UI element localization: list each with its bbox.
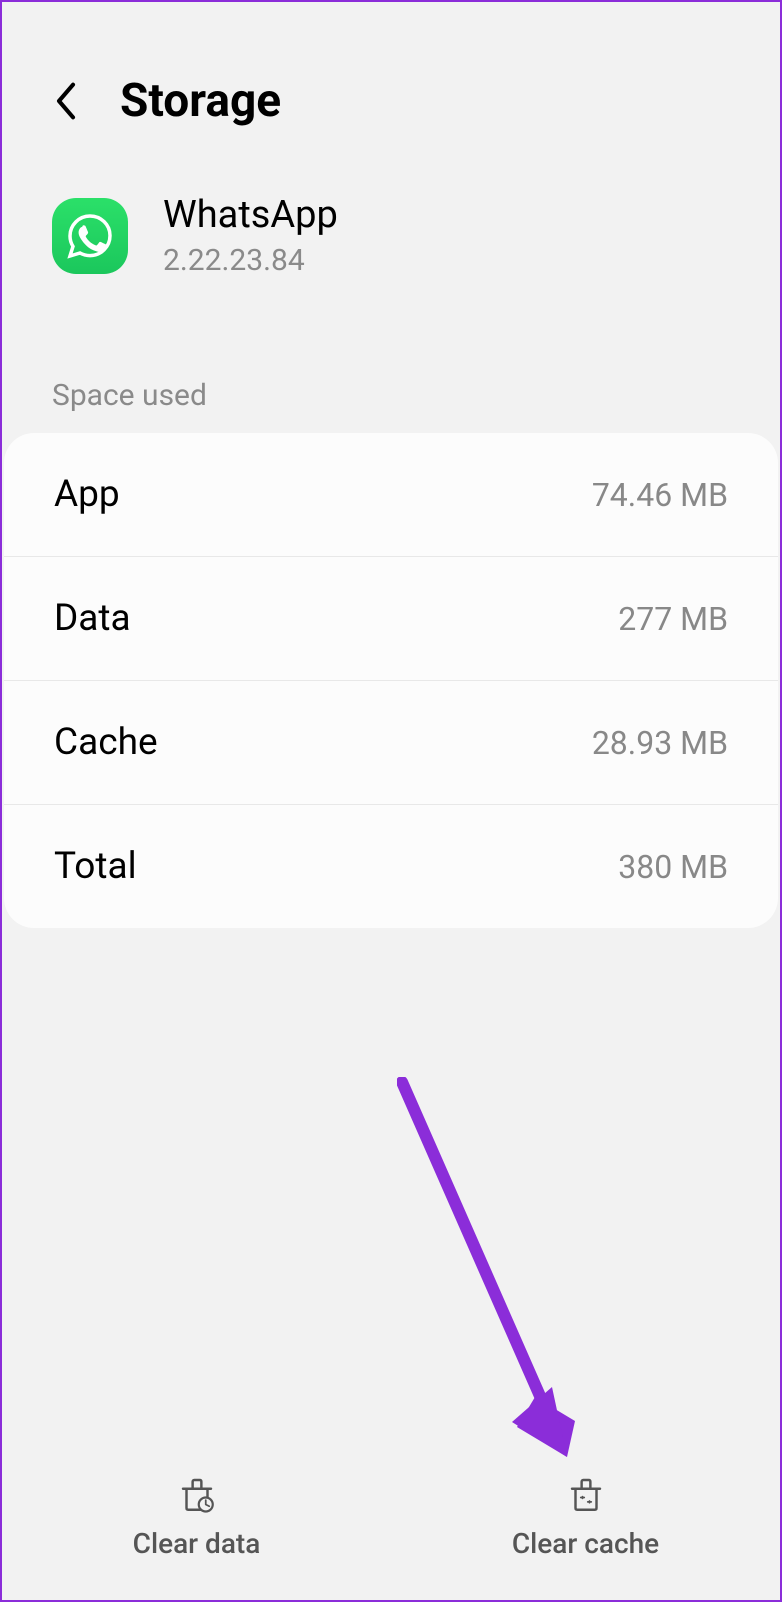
action-label: Clear data: [133, 1527, 261, 1560]
header: Storage: [2, 2, 780, 158]
section-label: Space used: [2, 328, 780, 433]
storage-row-data: Data 277 MB: [4, 557, 778, 681]
storage-row-cache: Cache 28.93 MB: [4, 681, 778, 805]
whatsapp-icon: [52, 198, 128, 274]
row-value: 277 MB: [618, 600, 728, 638]
action-label: Clear cache: [512, 1527, 659, 1560]
page-title: Storage: [120, 74, 281, 128]
row-value: 28.93 MB: [592, 724, 728, 762]
row-value: 74.46 MB: [592, 476, 728, 514]
row-value: 380 MB: [618, 848, 728, 886]
clear-data-icon: [176, 1473, 218, 1515]
clear-cache-button[interactable]: Clear cache: [391, 1473, 780, 1560]
storage-row-app: App 74.46 MB: [4, 433, 778, 557]
app-info: WhatsApp 2.22.23.84: [163, 193, 338, 278]
row-label: Cache: [54, 721, 158, 764]
back-icon[interactable]: [52, 80, 80, 122]
app-name: WhatsApp: [163, 193, 338, 237]
app-section: WhatsApp 2.22.23.84: [2, 158, 780, 328]
storage-row-total: Total 380 MB: [4, 805, 778, 928]
row-label: App: [54, 473, 120, 516]
clear-data-button[interactable]: Clear data: [2, 1473, 391, 1560]
app-version: 2.22.23.84: [163, 243, 338, 278]
bottom-actions: Clear data Clear cache: [2, 1453, 780, 1600]
row-label: Data: [54, 597, 131, 640]
row-label: Total: [54, 845, 137, 888]
annotation-arrow: [397, 1077, 597, 1467]
clear-cache-icon: [565, 1473, 607, 1515]
storage-card: App 74.46 MB Data 277 MB Cache 28.93 MB …: [4, 433, 778, 928]
